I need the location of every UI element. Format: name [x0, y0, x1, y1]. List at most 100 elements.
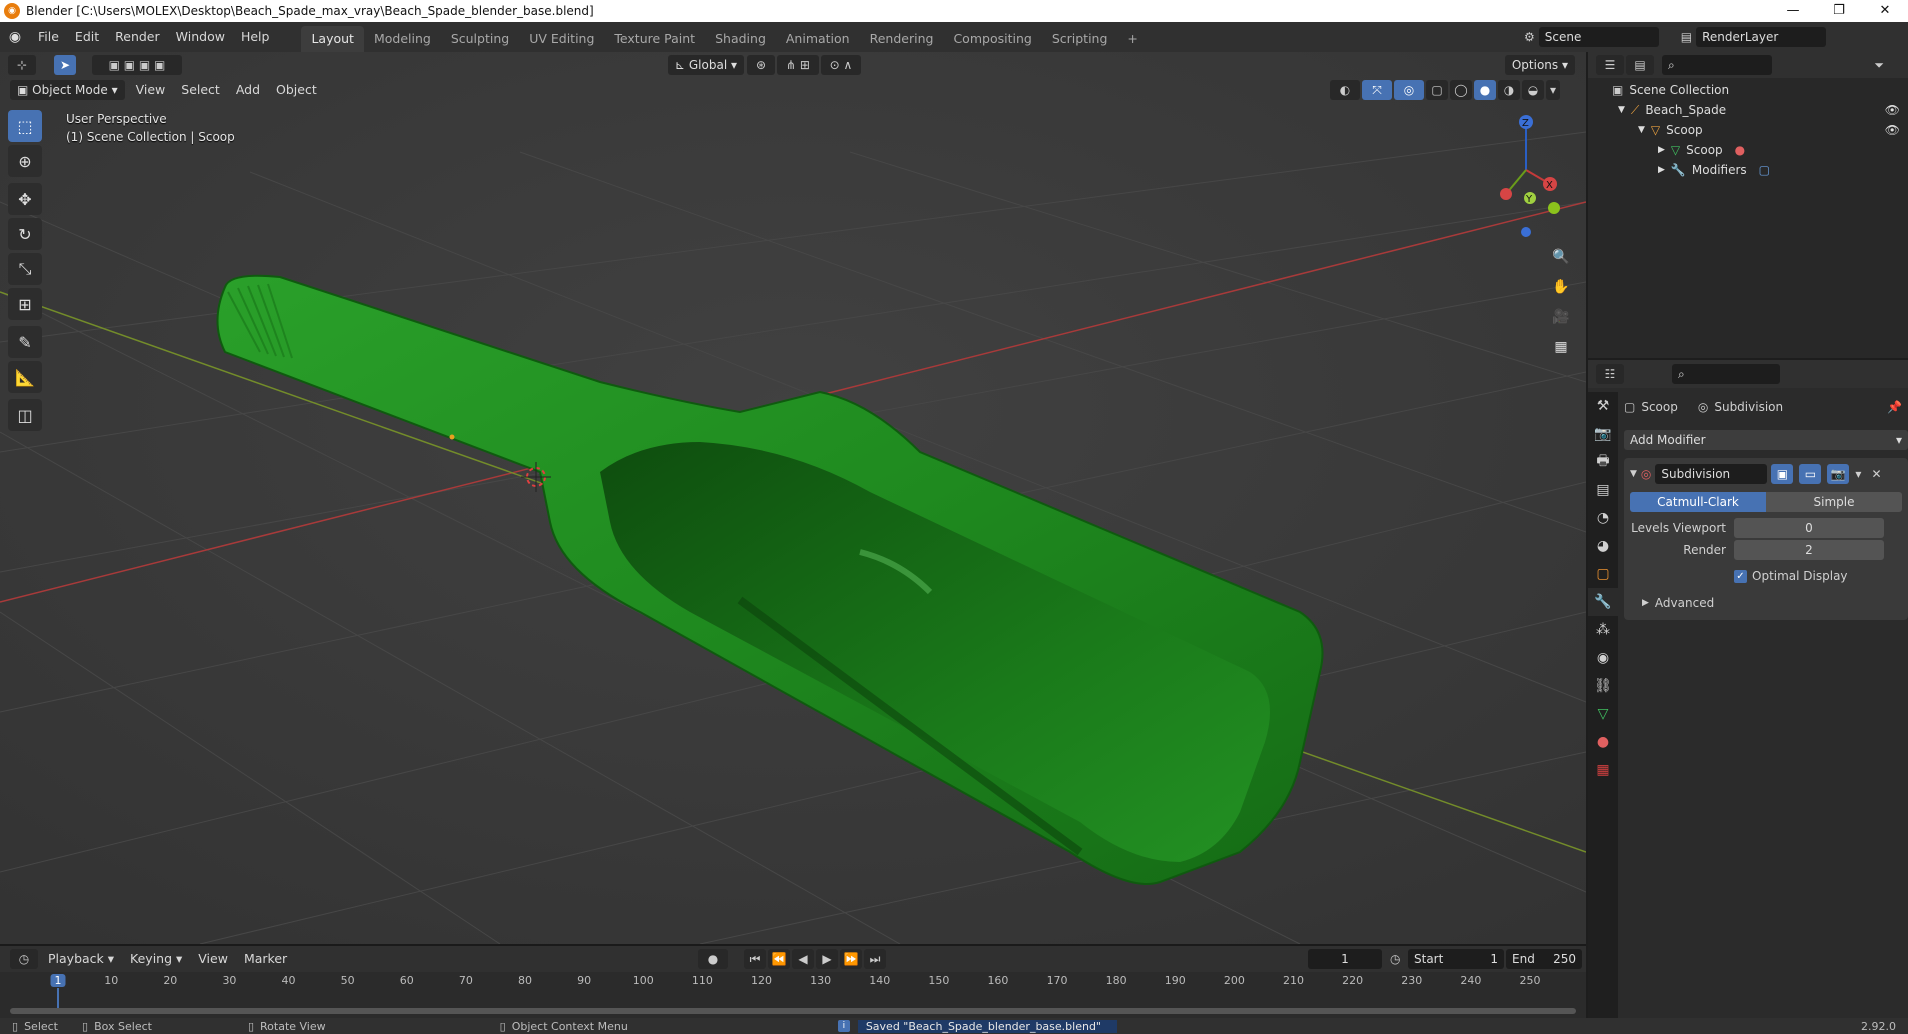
add-modifier-button[interactable]: Add Modifier ▾	[1624, 430, 1908, 450]
close-icon[interactable]: ✕	[1871, 467, 1881, 481]
levels-viewport-field[interactable]: 0	[1734, 518, 1884, 538]
shading-options-icon[interactable]: ▾	[1546, 80, 1560, 100]
data-tab-icon[interactable]: ▽	[1588, 700, 1618, 728]
cursor-tool-icon[interactable]: ⊕	[8, 145, 42, 177]
overlay-toggle-icon[interactable]: ◎	[1394, 80, 1424, 100]
xray-icon[interactable]: ▢	[1426, 80, 1448, 100]
jump-end-icon[interactable]: ⏭	[864, 949, 886, 969]
tab-rendering[interactable]: Rendering	[860, 26, 944, 52]
tab-layout[interactable]: Layout	[301, 26, 364, 52]
outliner-row[interactable]: ▶ 🔧 Modifiers ▢	[1588, 160, 1908, 180]
tab-scripting[interactable]: Scripting	[1042, 26, 1118, 52]
particles-tab-icon[interactable]: ⁂	[1588, 616, 1618, 644]
tab-texture-paint[interactable]: Texture Paint	[604, 26, 705, 52]
tab-compositing[interactable]: Compositing	[943, 26, 1041, 52]
shading-solid-icon[interactable]: ●	[1474, 80, 1496, 100]
eye-icon[interactable]: 👁	[1885, 103, 1900, 117]
play-icon[interactable]: ▶	[816, 949, 838, 969]
proportional-edit-icon[interactable]: ⊙ ∧	[821, 55, 861, 75]
timeline-menu-marker[interactable]: Marker	[236, 949, 295, 969]
close-button[interactable]: ✕	[1862, 0, 1908, 22]
collapse-arrow-icon[interactable]: ▼	[1630, 469, 1637, 479]
select-box-tool-icon[interactable]: ⬚	[8, 110, 42, 142]
object-mode-dropdown[interactable]: ▣ Object Mode ▾	[10, 80, 125, 100]
tab-shading[interactable]: Shading	[705, 26, 776, 52]
options-dropdown[interactable]: Options ▾	[1504, 55, 1575, 75]
properties-search-input[interactable]: ⌕	[1672, 364, 1780, 384]
prev-keyframe-icon[interactable]: ⏪	[768, 949, 790, 969]
world-tab-icon[interactable]: ◕	[1588, 532, 1618, 560]
outliner-editor-type-icon[interactable]: ☰	[1596, 55, 1624, 75]
shading-wireframe-icon[interactable]: ◯	[1450, 80, 1472, 100]
modifier-name-field[interactable]: Subdivision	[1655, 464, 1768, 484]
editor-type-icon[interactable]: ⊹	[8, 55, 36, 75]
tab-uv-editing[interactable]: UV Editing	[519, 26, 604, 52]
tab-animation[interactable]: Animation	[776, 26, 860, 52]
shading-rendered-icon[interactable]: ◒	[1522, 80, 1544, 100]
texture-tab-icon[interactable]: ▦	[1588, 756, 1618, 784]
frame-ruler[interactable]: 1 10 20 30 40 50 60 70 80 90 100 110 120 130 140 150 160…	[0, 972, 1586, 1014]
outliner-row[interactable]: ▼ ⟋ Beach_Spade 👁	[1588, 100, 1908, 120]
camera-icon[interactable]: 🎥	[1548, 304, 1574, 330]
optimal-display-checkbox[interactable]: ✓	[1734, 569, 1747, 583]
display-mode-icon[interactable]: ▤	[1626, 55, 1654, 75]
view-layer-selector[interactable]: RenderLayer	[1696, 27, 1827, 47]
outliner-search-input[interactable]: ⌕	[1662, 55, 1772, 75]
rotate-tool-icon[interactable]: ↻	[8, 218, 42, 250]
menu-file[interactable]: File	[30, 22, 67, 52]
constraints-tab-icon[interactable]: ⛓	[1588, 672, 1618, 700]
filter-icon[interactable]: ⏷	[1874, 58, 1884, 73]
zoom-icon[interactable]: 🔍	[1548, 244, 1574, 270]
move-tool-icon[interactable]: ✥	[8, 183, 42, 215]
transform-orientation-dropdown[interactable]: ⊾ Global ▾	[668, 55, 744, 75]
render-toggle-icon[interactable]: 📷	[1827, 464, 1850, 484]
minimize-button[interactable]: —	[1770, 0, 1816, 22]
timeline-scrollbar[interactable]	[10, 1008, 1576, 1014]
record-icon[interactable]: ●	[698, 949, 728, 969]
timeline-menu-keying[interactable]: Keying ▾	[122, 949, 190, 969]
chevron-down-icon[interactable]: ▾	[1855, 467, 1861, 481]
outliner-row[interactable]: ▼ ▽ Scoop 👁	[1588, 120, 1908, 140]
maximize-button[interactable]: ❐	[1816, 0, 1862, 22]
pin-icon[interactable]: 📌	[1887, 400, 1902, 414]
annotate-tool-icon[interactable]: ✎	[8, 326, 42, 358]
add-cube-tool-icon[interactable]: ◫	[8, 399, 42, 431]
menu-window[interactable]: Window	[168, 22, 233, 52]
tab-modeling[interactable]: Modeling	[364, 26, 441, 52]
view-layer-tab-icon[interactable]: ▤	[1588, 476, 1618, 504]
add-workspace-icon[interactable]: +	[1117, 26, 1147, 52]
navigation-gizmo[interactable]: Z X Y	[1486, 110, 1566, 240]
timeline-editor-type-icon[interactable]: ◷	[10, 949, 38, 969]
outliner-row[interactable]: ▶ ▽ Scoop ●	[1588, 140, 1908, 160]
scale-tool-icon[interactable]: ⤡	[8, 253, 42, 285]
viewport-menu-object[interactable]: Object	[268, 80, 325, 100]
eye-icon[interactable]: 👁	[1885, 123, 1900, 137]
scene-selector[interactable]: Scene	[1538, 27, 1659, 47]
viewport-menu-view[interactable]: View	[128, 80, 174, 100]
simple-button[interactable]: Simple	[1766, 492, 1902, 512]
next-keyframe-icon[interactable]: ⏩	[840, 949, 862, 969]
pan-hand-icon[interactable]: ✋	[1548, 274, 1574, 300]
shading-material-icon[interactable]: ◑	[1498, 80, 1520, 100]
viewport-menu-add[interactable]: Add	[228, 80, 268, 100]
blender-menu-icon[interactable]: ◉	[0, 29, 30, 45]
properties-editor-type-icon[interactable]: ☷	[1596, 364, 1624, 384]
render-levels-field[interactable]: 2	[1734, 540, 1884, 560]
pivot-icon[interactable]: ⊛	[747, 55, 775, 75]
current-frame-field[interactable]: 1	[1308, 949, 1382, 969]
viewport-toggle-icon[interactable]: ▭	[1799, 464, 1822, 484]
jump-start-icon[interactable]: ⏮	[744, 949, 766, 969]
catmull-clark-button[interactable]: Catmull-Clark	[1630, 492, 1766, 512]
modifier-tab-icon[interactable]: 🔧	[1588, 588, 1618, 616]
physics-tab-icon[interactable]: ◉	[1588, 644, 1618, 672]
advanced-subpanel[interactable]: ▶ Advanced	[1630, 594, 1902, 612]
timeline-menu-playback[interactable]: Playback ▾	[40, 949, 122, 969]
gizmo-toggle-icon[interactable]: ⤧	[1362, 80, 1392, 100]
start-frame-field[interactable]: Start 1	[1408, 949, 1504, 969]
3d-viewport[interactable]: ⊹ ➤ ▣ ▣ ▣ ▣ ⊾ Global ▾ ⊛ ⋔ ⊞ ⊙ ∧ Options…	[0, 52, 1586, 944]
menu-edit[interactable]: Edit	[67, 22, 107, 52]
viewport-menu-select[interactable]: Select	[173, 80, 228, 100]
scene-tab-icon[interactable]: ◔	[1588, 504, 1618, 532]
output-tab-icon[interactable]: 🖶	[1588, 448, 1618, 476]
play-reverse-icon[interactable]: ◀	[792, 949, 814, 969]
